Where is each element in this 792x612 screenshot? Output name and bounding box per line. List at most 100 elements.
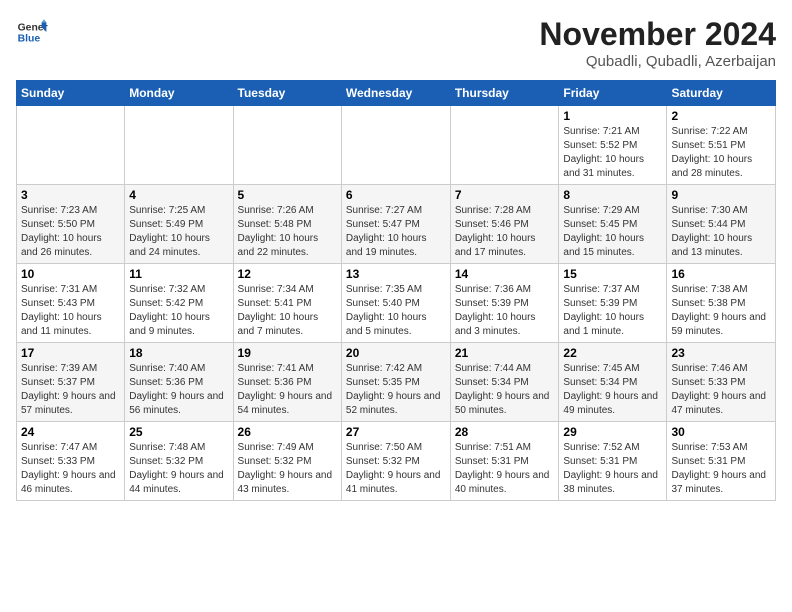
- calendar-cell: 27 Sunrise: 7:50 AMSunset: 5:32 PMDayligh…: [341, 422, 450, 501]
- day-info: Sunrise: 7:45 AMSunset: 5:34 PMDaylight:…: [563, 362, 662, 418]
- day-number: 27: [346, 425, 446, 439]
- day-number: 2: [671, 109, 771, 123]
- calendar-cell: 16Sunrise: 7:38 AMSunset: 5:38 PMDayligh…: [667, 264, 776, 343]
- day-number: 19: [238, 346, 337, 360]
- day-number: 28: [455, 425, 555, 439]
- calendar-week-row: 10 Sunrise: 7:31 AMSunset: 5:43 PMDayligh…: [17, 264, 776, 343]
- weekday-header-saturday: Saturday: [667, 81, 776, 106]
- day-number: 12: [238, 267, 337, 281]
- day-number: 11: [129, 267, 228, 281]
- calendar-cell: 14 Sunrise: 7:36 AMSunset: 5:39 PMDayligh…: [450, 264, 559, 343]
- weekday-header-friday: Friday: [559, 81, 667, 106]
- day-number: 21: [455, 346, 555, 360]
- day-info: Sunrise: 7:31 AMSunset: 5:43 PMDaylight:…: [21, 283, 120, 339]
- page-header: General Blue November 2024 Qubadli, Quba…: [16, 16, 776, 70]
- calendar-cell: 17 Sunrise: 7:39 AMSunset: 5:37 PMDayligh…: [17, 343, 125, 422]
- calendar-cell: 3 Sunrise: 7:23 AMSunset: 5:50 PMDaylight…: [17, 185, 125, 264]
- day-info: Sunrise: 7:42 AMSunset: 5:35 PMDaylight:…: [346, 362, 446, 418]
- calendar-cell: 7 Sunrise: 7:28 AMSunset: 5:46 PMDaylight…: [450, 185, 559, 264]
- day-info: Sunrise: 7:47 AMSunset: 5:33 PMDaylight:…: [21, 441, 120, 497]
- calendar-week-row: 3 Sunrise: 7:23 AMSunset: 5:50 PMDaylight…: [17, 185, 776, 264]
- calendar-cell: 30Sunrise: 7:53 AMSunset: 5:31 PMDayligh…: [667, 422, 776, 501]
- day-number: 24: [21, 425, 120, 439]
- day-number: 1: [563, 109, 662, 123]
- calendar-cell: 15 Sunrise: 7:37 AMSunset: 5:39 PMDayligh…: [559, 264, 667, 343]
- day-info: Sunrise: 7:29 AMSunset: 5:45 PMDaylight:…: [563, 204, 662, 260]
- day-number: 14: [455, 267, 555, 281]
- calendar-cell: [341, 106, 450, 185]
- day-info: Sunrise: 7:21 AMSunset: 5:52 PMDaylight:…: [563, 125, 662, 181]
- weekday-header-monday: Monday: [125, 81, 233, 106]
- day-info: Sunrise: 7:50 AMSunset: 5:32 PMDaylight:…: [346, 441, 446, 497]
- day-info: Sunrise: 7:39 AMSunset: 5:37 PMDaylight:…: [21, 362, 120, 418]
- location-subtitle: Qubadli, Qubadli, Azerbaijan: [539, 53, 776, 70]
- day-number: 5: [238, 188, 337, 202]
- day-number: 4: [129, 188, 228, 202]
- calendar-cell: 24 Sunrise: 7:47 AMSunset: 5:33 PMDayligh…: [17, 422, 125, 501]
- day-number: 15: [563, 267, 662, 281]
- calendar-cell: 1 Sunrise: 7:21 AMSunset: 5:52 PMDaylight…: [559, 106, 667, 185]
- day-number: 26: [238, 425, 337, 439]
- calendar-cell: 5 Sunrise: 7:26 AMSunset: 5:48 PMDaylight…: [233, 185, 341, 264]
- weekday-header-tuesday: Tuesday: [233, 81, 341, 106]
- calendar-cell: 26Sunrise: 7:49 AMSunset: 5:32 PMDayligh…: [233, 422, 341, 501]
- weekday-header-row: SundayMondayTuesdayWednesdayThursdayFrid…: [17, 81, 776, 106]
- day-info: Sunrise: 7:22 AMSunset: 5:51 PMDaylight:…: [671, 125, 771, 181]
- day-info: Sunrise: 7:37 AMSunset: 5:39 PMDaylight:…: [563, 283, 662, 339]
- day-info: Sunrise: 7:38 AMSunset: 5:38 PMDaylight:…: [671, 283, 771, 339]
- day-info: Sunrise: 7:28 AMSunset: 5:46 PMDaylight:…: [455, 204, 555, 260]
- day-info: Sunrise: 7:23 AMSunset: 5:50 PMDaylight:…: [21, 204, 120, 260]
- day-info: Sunrise: 7:40 AMSunset: 5:36 PMDaylight:…: [129, 362, 228, 418]
- calendar-cell: [125, 106, 233, 185]
- day-info: Sunrise: 7:52 AMSunset: 5:31 PMDaylight:…: [563, 441, 662, 497]
- calendar-cell: 9Sunrise: 7:30 AMSunset: 5:44 PMDaylight…: [667, 185, 776, 264]
- logo: General Blue: [16, 16, 48, 48]
- calendar-cell: 19Sunrise: 7:41 AMSunset: 5:36 PMDayligh…: [233, 343, 341, 422]
- day-number: 18: [129, 346, 228, 360]
- day-info: Sunrise: 7:25 AMSunset: 5:49 PMDaylight:…: [129, 204, 228, 260]
- calendar-cell: 18 Sunrise: 7:40 AMSunset: 5:36 PMDayligh…: [125, 343, 233, 422]
- calendar-cell: [233, 106, 341, 185]
- day-number: 30: [671, 425, 771, 439]
- day-info: Sunrise: 7:30 AMSunset: 5:44 PMDaylight:…: [671, 204, 771, 260]
- day-info: Sunrise: 7:48 AMSunset: 5:32 PMDaylight:…: [129, 441, 228, 497]
- day-number: 20: [346, 346, 446, 360]
- day-info: Sunrise: 7:46 AMSunset: 5:33 PMDaylight:…: [671, 362, 771, 418]
- svg-text:Blue: Blue: [18, 34, 41, 45]
- day-number: 25: [129, 425, 228, 439]
- calendar-cell: 8 Sunrise: 7:29 AMSunset: 5:45 PMDaylight…: [559, 185, 667, 264]
- calendar-cell: 13Sunrise: 7:35 AMSunset: 5:40 PMDayligh…: [341, 264, 450, 343]
- day-info: Sunrise: 7:51 AMSunset: 5:31 PMDaylight:…: [455, 441, 555, 497]
- calendar-cell: 12 Sunrise: 7:34 AMSunset: 5:41 PMDayligh…: [233, 264, 341, 343]
- calendar-cell: 20 Sunrise: 7:42 AMSunset: 5:35 PMDayligh…: [341, 343, 450, 422]
- calendar-table: SundayMondayTuesdayWednesdayThursdayFrid…: [16, 80, 776, 501]
- weekday-header-wednesday: Wednesday: [341, 81, 450, 106]
- day-number: 8: [563, 188, 662, 202]
- day-info: Sunrise: 7:36 AMSunset: 5:39 PMDaylight:…: [455, 283, 555, 339]
- day-number: 17: [21, 346, 120, 360]
- calendar-cell: 21 Sunrise: 7:44 AMSunset: 5:34 PMDayligh…: [450, 343, 559, 422]
- day-info: Sunrise: 7:34 AMSunset: 5:41 PMDaylight:…: [238, 283, 337, 339]
- day-number: 22: [563, 346, 662, 360]
- day-number: 29: [563, 425, 662, 439]
- day-info: Sunrise: 7:27 AMSunset: 5:47 PMDaylight:…: [346, 204, 446, 260]
- calendar-week-row: 1 Sunrise: 7:21 AMSunset: 5:52 PMDaylight…: [17, 106, 776, 185]
- day-number: 3: [21, 188, 120, 202]
- day-number: 10: [21, 267, 120, 281]
- logo-icon: General Blue: [16, 16, 48, 48]
- calendar-cell: 10 Sunrise: 7:31 AMSunset: 5:43 PMDayligh…: [17, 264, 125, 343]
- weekday-header-sunday: Sunday: [17, 81, 125, 106]
- day-info: Sunrise: 7:26 AMSunset: 5:48 PMDaylight:…: [238, 204, 337, 260]
- day-number: 7: [455, 188, 555, 202]
- calendar-cell: 28 Sunrise: 7:51 AMSunset: 5:31 PMDayligh…: [450, 422, 559, 501]
- calendar-cell: 23Sunrise: 7:46 AMSunset: 5:33 PMDayligh…: [667, 343, 776, 422]
- calendar-cell: [17, 106, 125, 185]
- calendar-cell: 6Sunrise: 7:27 AMSunset: 5:47 PMDaylight…: [341, 185, 450, 264]
- calendar-cell: [450, 106, 559, 185]
- month-year-title: November 2024: [539, 16, 776, 53]
- title-section: November 2024 Qubadli, Qubadli, Azerbaij…: [539, 16, 776, 70]
- day-info: Sunrise: 7:44 AMSunset: 5:34 PMDaylight:…: [455, 362, 555, 418]
- calendar-cell: 22 Sunrise: 7:45 AMSunset: 5:34 PMDayligh…: [559, 343, 667, 422]
- day-info: Sunrise: 7:32 AMSunset: 5:42 PMDaylight:…: [129, 283, 228, 339]
- calendar-week-row: 17 Sunrise: 7:39 AMSunset: 5:37 PMDayligh…: [17, 343, 776, 422]
